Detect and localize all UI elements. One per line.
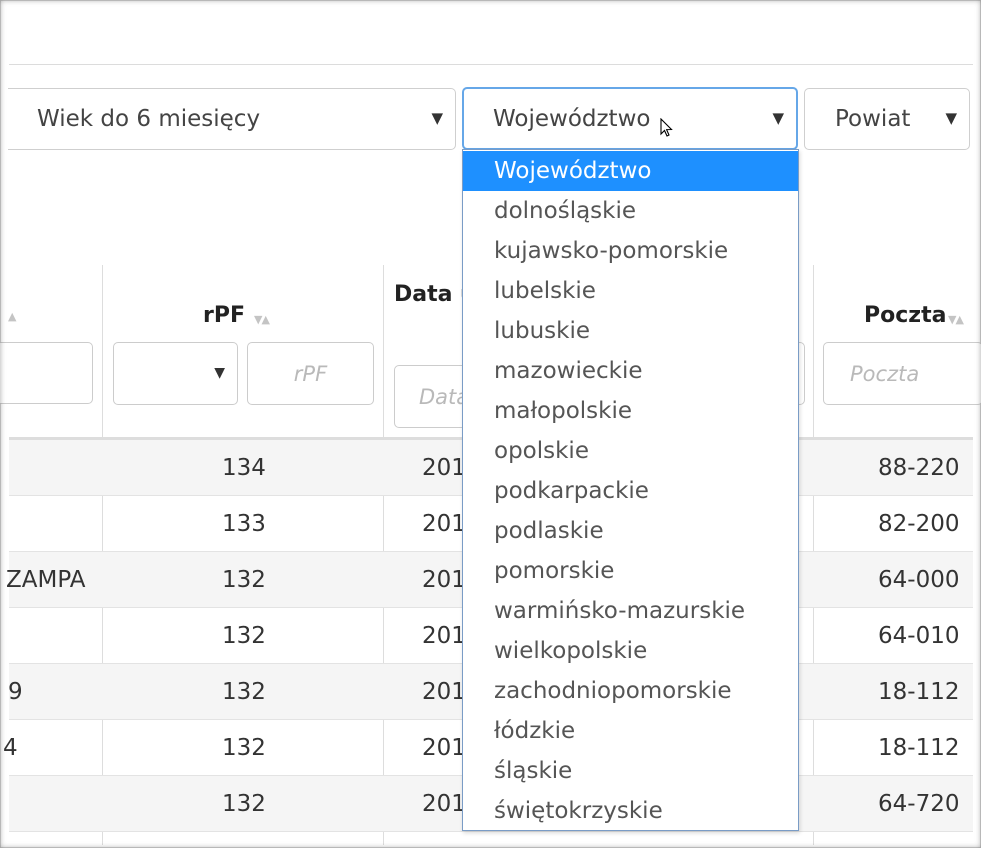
rpf-operator-select[interactable]: ▼	[113, 342, 238, 405]
dropdown-option[interactable]: opolskie	[463, 431, 798, 471]
dropdown-option[interactable]: podlaskie	[463, 511, 798, 551]
dropdown-option[interactable]: lubuskie	[463, 311, 798, 351]
post-column-header[interactable]: Poczta	[864, 303, 946, 328]
age-filter-select[interactable]: Wiek do 6 miesięcy ▼	[8, 88, 456, 150]
rpf-filter-placeholder: rPF	[293, 361, 328, 386]
caret-down-icon: ▼	[772, 108, 784, 127]
left-cell: 9	[8, 679, 23, 705]
header-divider	[9, 64, 973, 65]
post-filter-input[interactable]: Poczta	[823, 342, 981, 405]
post-cell: 64-000	[878, 567, 960, 593]
dropdown-option[interactable]: lubelskie	[463, 271, 798, 311]
post-filter-placeholder: Poczta	[850, 361, 920, 386]
caret-down-icon: ▼	[431, 109, 443, 128]
voivodeship-filter-select[interactable]: Województwo ▼	[462, 87, 798, 150]
rpf-cell: 133	[222, 511, 266, 537]
mouse-pointer-icon	[660, 118, 673, 137]
voivodeship-filter-value: Województwo	[493, 105, 651, 132]
sort-arrows-icon[interactable]: ▼▲	[254, 313, 270, 326]
rpf-cell: 132	[222, 623, 266, 649]
date-cell: 201	[422, 511, 466, 537]
dropdown-option[interactable]: podkarpackie	[463, 471, 798, 511]
voivodeship-dropdown-list[interactable]: Województwo dolnośląskie kujawsko-pomors…	[462, 149, 799, 831]
post-cell: 64-010	[878, 623, 960, 649]
county-filter-select[interactable]: Powiat ▼	[804, 88, 970, 150]
dropdown-option[interactable]: wielkopolskie	[463, 631, 798, 671]
dropdown-option[interactable]: Województwo	[463, 151, 798, 191]
post-cell: 88-220	[878, 455, 960, 481]
date-cell: 201	[422, 791, 466, 817]
rpf-cell: 132	[222, 567, 266, 593]
dropdown-option[interactable]: zachodniopomorskie	[463, 671, 798, 711]
rpf-cell: 132	[222, 791, 266, 817]
dropdown-option[interactable]: świętokrzyskie	[463, 791, 798, 831]
rpf-column-header[interactable]: rPF	[203, 303, 245, 328]
dropdown-option[interactable]: warmińsko-mazurskie	[463, 591, 798, 631]
dropdown-option[interactable]: mazowieckie	[463, 351, 798, 391]
age-filter-value: Wiek do 6 miesięcy	[37, 106, 261, 132]
dropdown-option[interactable]: kujawsko-pomorskie	[463, 231, 798, 271]
left-cell: ZAMPA	[6, 567, 86, 593]
post-cell: 64-720	[878, 791, 960, 817]
dropdown-option[interactable]: pomorskie	[463, 551, 798, 591]
left-cell: 4	[3, 735, 18, 761]
caret-down-icon: ▼	[945, 109, 957, 128]
post-cell: 18-112	[878, 679, 960, 705]
dropdown-option[interactable]: śląskie	[463, 751, 798, 791]
dropdown-option[interactable]: łódzkie	[463, 711, 798, 751]
left-column-filter-input[interactable]	[0, 342, 93, 404]
date-cell: 201	[422, 735, 466, 761]
rpf-cell: 132	[222, 679, 266, 705]
rpf-cell: 132	[222, 735, 266, 761]
date-cell: 201	[422, 623, 466, 649]
date-cell: 201	[422, 455, 466, 481]
rpf-cell: 134	[222, 455, 266, 481]
dropdown-option[interactable]: małopolskie	[463, 391, 798, 431]
county-filter-value: Powiat	[835, 106, 911, 132]
date-cell: 201	[422, 679, 466, 705]
caret-down-icon: ▼	[214, 365, 225, 381]
dropdown-option[interactable]: dolnośląskie	[463, 191, 798, 231]
post-cell: 18-112	[878, 735, 960, 761]
post-cell: 82-200	[878, 511, 960, 537]
date-cell: 201	[422, 567, 466, 593]
sort-arrows-icon[interactable]: ▼▲	[948, 313, 964, 326]
rpf-filter-input[interactable]: rPF	[247, 342, 374, 405]
sort-arrows-icon[interactable]: ▲	[8, 310, 17, 323]
